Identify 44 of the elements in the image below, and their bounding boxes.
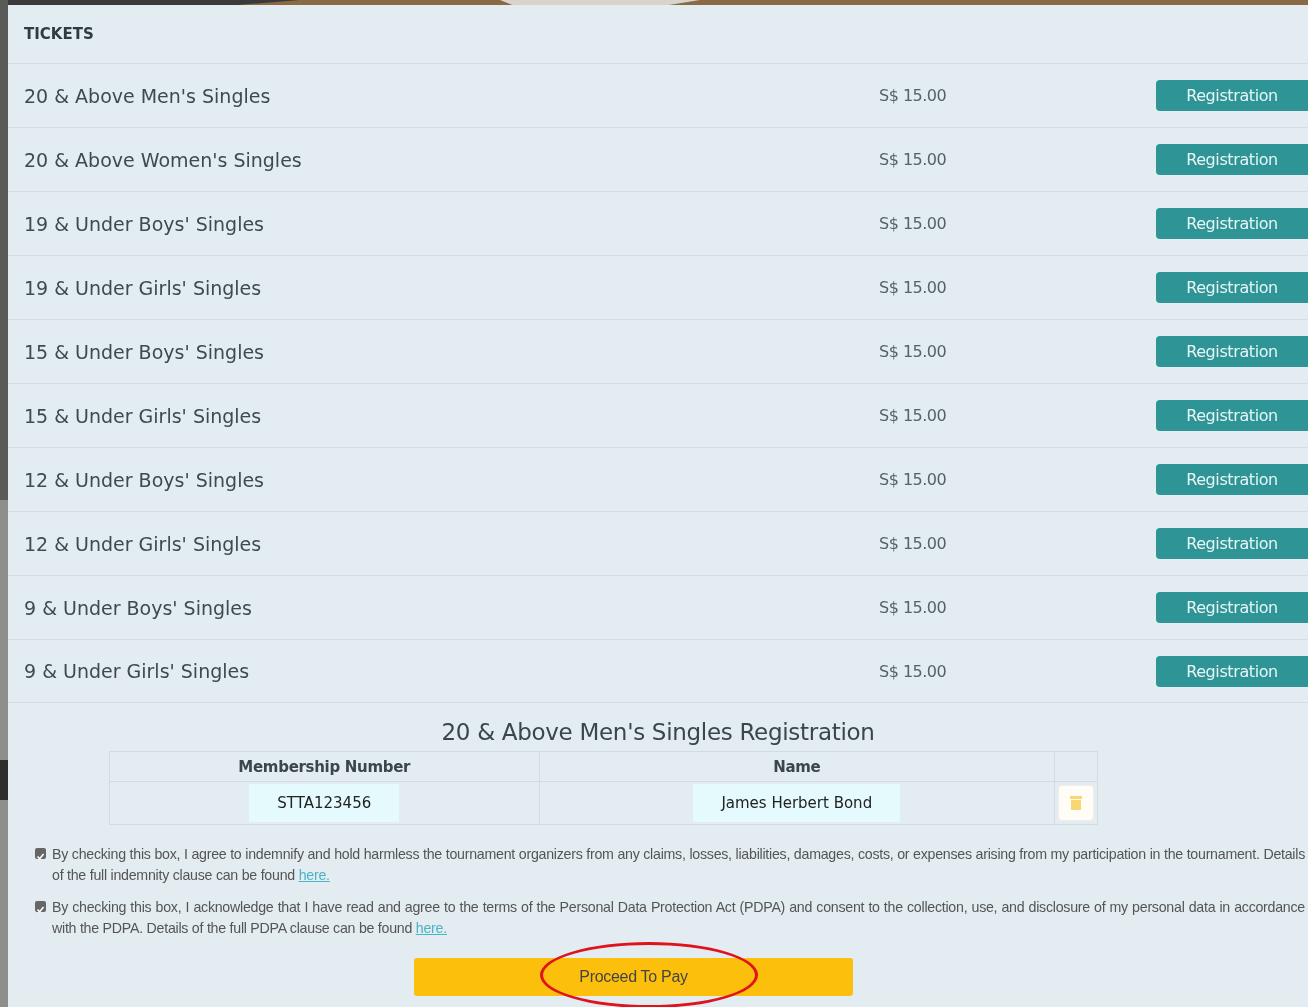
ticket-price: S$ 15.00 [879,406,948,425]
ticket-name: 20 & Above Men's Singles [24,84,272,107]
ticket-name: 9 & Under Girls' Singles [24,660,251,682]
registration-button[interactable]: Registration [1156,208,1308,239]
ticket-price: S$ 15.00 [879,534,948,553]
ticket-name: 19 & Under Boys' Singles [24,212,265,235]
ticket-name: 15 & Under Boys' Singles [24,340,265,363]
name-field[interactable]: James Herbert Bond [693,784,901,822]
ticket-name: 15 & Under Girls' Singles [24,404,263,427]
ticket-price: S$ 15.00 [879,214,948,233]
registration-button[interactable]: Registration [1156,336,1308,367]
checkbox[interactable] [35,901,46,912]
ticket-price: S$ 15.00 [879,86,948,105]
registration-button[interactable]: Registration [1156,400,1308,431]
registration-button[interactable]: Registration [1156,464,1308,495]
ticket-price: S$ 15.00 [879,598,948,617]
ticket-price: S$ 15.00 [879,661,948,681]
checkbox[interactable] [35,848,46,859]
ticket-price: S$ 15.00 [879,470,948,489]
ticket-name: 9 & Under Boys' Singles [24,596,253,619]
here-link[interactable]: here. [298,867,330,883]
consent-text: By checking this box, I agree to indemnify and hold harmless the tournament organizers from any claims, losses, liabilities, damages, costs, or expenses arising from my participation in the tournament. Details of the full indemnity clause can be found here. [52,845,1305,885]
form-title: 20 & Above Men's Singles Registration [440,719,876,745]
registration-button[interactable]: Registration [1156,528,1308,559]
registration-button[interactable]: Registration [1156,592,1308,623]
ticket-name: 12 & Under Boys' Singles [24,468,265,491]
ticket-name: 12 & Under Girls' Singles [24,532,263,555]
registration-button[interactable]: Registration [1156,144,1308,175]
membership-number-field[interactable]: STTA123456 [249,784,400,822]
ticket-price: S$ 15.00 [879,150,948,169]
column-header: Name [539,751,1055,782]
here-link[interactable]: here. [415,920,447,936]
section-title: TICKETS [23,24,95,45]
trash-icon [1069,795,1083,811]
ticket-name: 19 & Under Girls' Singles [24,276,263,299]
registration-button[interactable]: Registration [1156,272,1308,303]
column-header: Membership Number [109,751,540,782]
registration-button[interactable]: Registration [1156,655,1308,687]
proceed-to-pay-button[interactable]: Proceed To Pay [414,958,853,996]
registration-button[interactable]: Registration [1156,80,1308,111]
consent-text: By checking this box, I acknowledge that I have read and agree to the terms of the Personal Data Protection Act (PDPA) and consent to the collection, use, and disclosure of my personal data in accordance with the PDPA. Details of the full PDPA clause can be found here. [52,898,1305,938]
ticket-price: S$ 15.00 [879,342,948,361]
ticket-name: 20 & Above Women's Singles [24,148,303,171]
ticket-price: S$ 15.00 [879,278,948,297]
